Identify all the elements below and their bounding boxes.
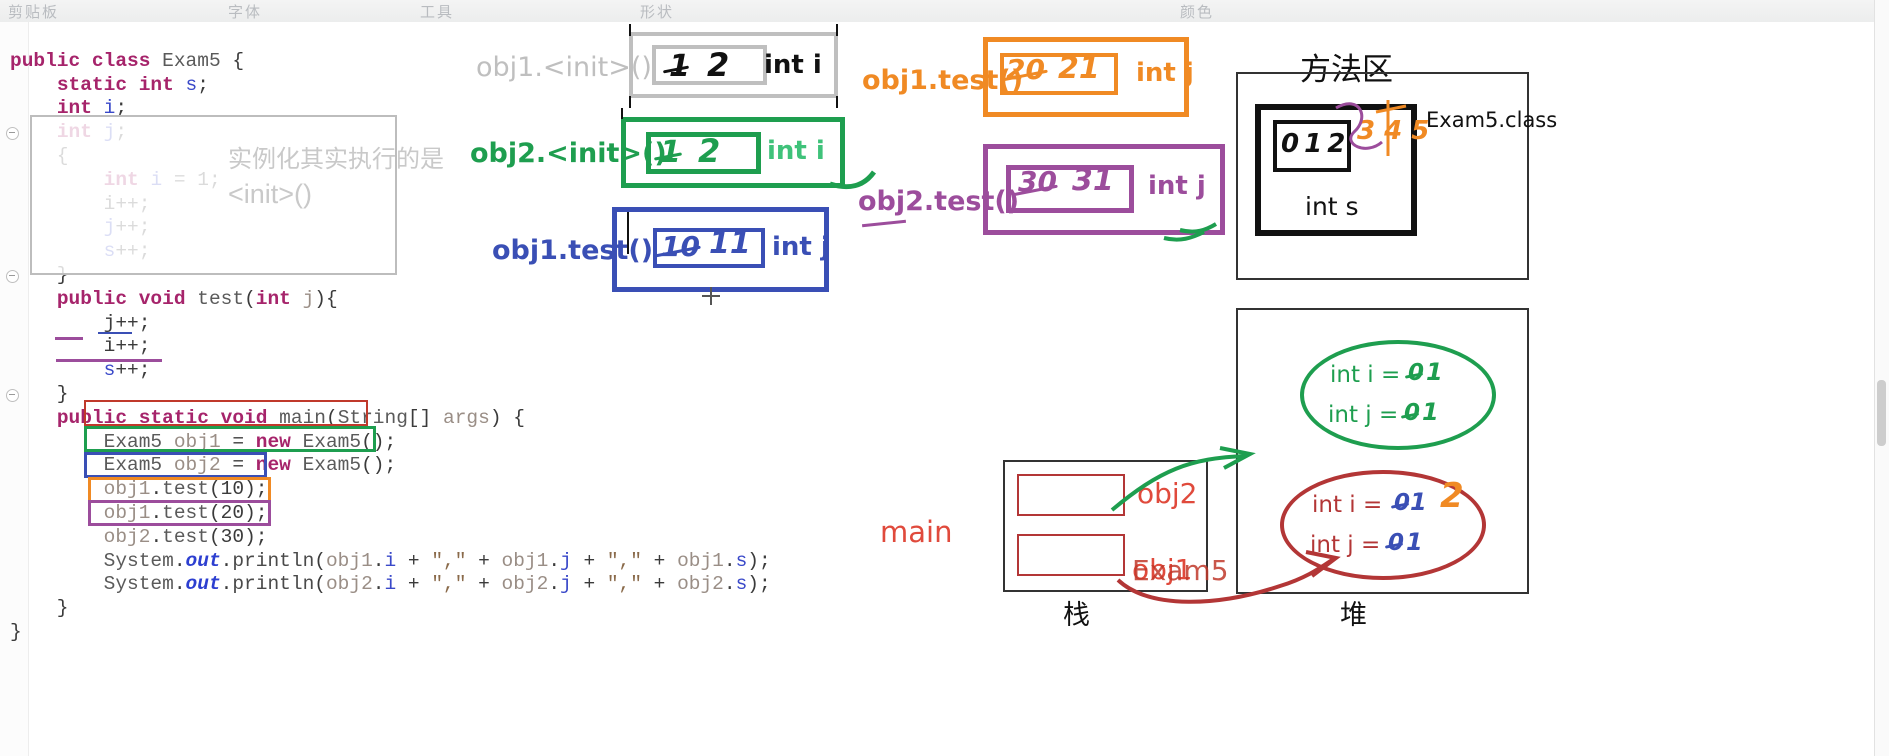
ribbon-group-2[interactable]: 工具 (420, 1, 454, 22)
frame-obj1-test-blue-var-label: int j (772, 232, 830, 262)
highlight-obj1-new (84, 400, 368, 426)
frame-obj1-init-tick-bottom-right (836, 96, 838, 108)
underline-i-inc (98, 332, 132, 334)
init-note-panel: 实例化其实执行的是 <init>() (30, 115, 444, 275)
init-note-chinese: 实例化其实执行的是 (228, 145, 444, 173)
highlight-obj1-test-10 (84, 452, 267, 478)
frame-obj1-init-tick-top-right (836, 24, 838, 36)
method-area-box: 0 1 2 3 4 5 int s Exam5.class (1236, 72, 1557, 280)
frame-obj1-init-var-label: int i (764, 50, 822, 80)
frame-obj1-init: 1 2 int i (629, 32, 838, 98)
heap-obj2-field-j-corrected: 1 (1422, 398, 1439, 426)
ribbon-group-0[interactable]: 剪贴板 (8, 1, 59, 22)
callout-obj1-init: obj1.<init>() (476, 52, 652, 83)
frame-obj2-test-purple-value-corrected: 31 (1072, 163, 1114, 198)
frame-obj1-test-orange: 20 21 int j (983, 37, 1194, 117)
heap-obj2-field-i-corrected: 1 (1426, 358, 1443, 386)
stack-title: 栈 (1063, 600, 1090, 631)
ribbon-strip: 剪贴板 字体 工具 形状 颜色 (0, 0, 1889, 22)
frame-obj1-test-orange-var-label: int j (1136, 58, 1194, 88)
frame-obj2-init-tick-top (621, 108, 623, 119)
highlight-obj2-test-30 (88, 500, 271, 526)
highlight-obj2-new (84, 426, 376, 452)
frame-obj2-test-purple-var-label: int j (1148, 171, 1206, 201)
underline-s-inc-top (55, 337, 83, 340)
crosshair-cursor (702, 287, 720, 305)
scrollbar-thumb[interactable] (1877, 380, 1886, 446)
frame-obj1-init-tick-bottom (629, 96, 631, 108)
ribbon-group-1[interactable]: 字体 (228, 1, 262, 22)
frame-obj2-init-var-label: int i (767, 136, 825, 166)
ribbon-group-4[interactable]: 颜色 (1180, 1, 1214, 22)
frame-obj1-init-tick-top (629, 24, 631, 36)
frame-obj1-test-blue: 10 11 int j (612, 207, 830, 292)
underline-s-inc-bottom (56, 359, 162, 362)
arrow-green-underline-obj2-init (829, 170, 877, 190)
arrow-green-tick-purple (1163, 230, 1205, 242)
frame-obj1-init-value-corrected: 2 (707, 46, 730, 84)
method-area-scribble (1335, 100, 1407, 156)
stack-main-label: main (880, 515, 953, 549)
frame-obj1-test-blue-divider (627, 212, 629, 254)
arrow-obj1-to-heap (1116, 550, 1341, 604)
frame-obj2-init-value-corrected: 2 (698, 132, 721, 170)
frame-obj1-test-orange-value-corrected: 21 (1058, 51, 1100, 86)
init-note-init-text: <init>() (228, 179, 313, 209)
method-area-class-label: Exam5.class (1426, 108, 1558, 132)
heap-object-obj2: int i = 0 1 int j = 0 1 (1300, 340, 1496, 450)
heap-obj2-field-i-label: int i = (1330, 362, 1401, 388)
frame-obj1-test-orange-value-written: 20 (1006, 53, 1045, 86)
frame-obj2-init: 1 2 int i (621, 117, 845, 188)
frame-obj1-test-blue-value-corrected: 11 (709, 226, 751, 261)
scrollbar-track[interactable] (1874, 0, 1889, 756)
ribbon-group-3[interactable]: 形状 (640, 1, 674, 22)
heap-obj2-field-j-label: int j = (1328, 402, 1399, 428)
